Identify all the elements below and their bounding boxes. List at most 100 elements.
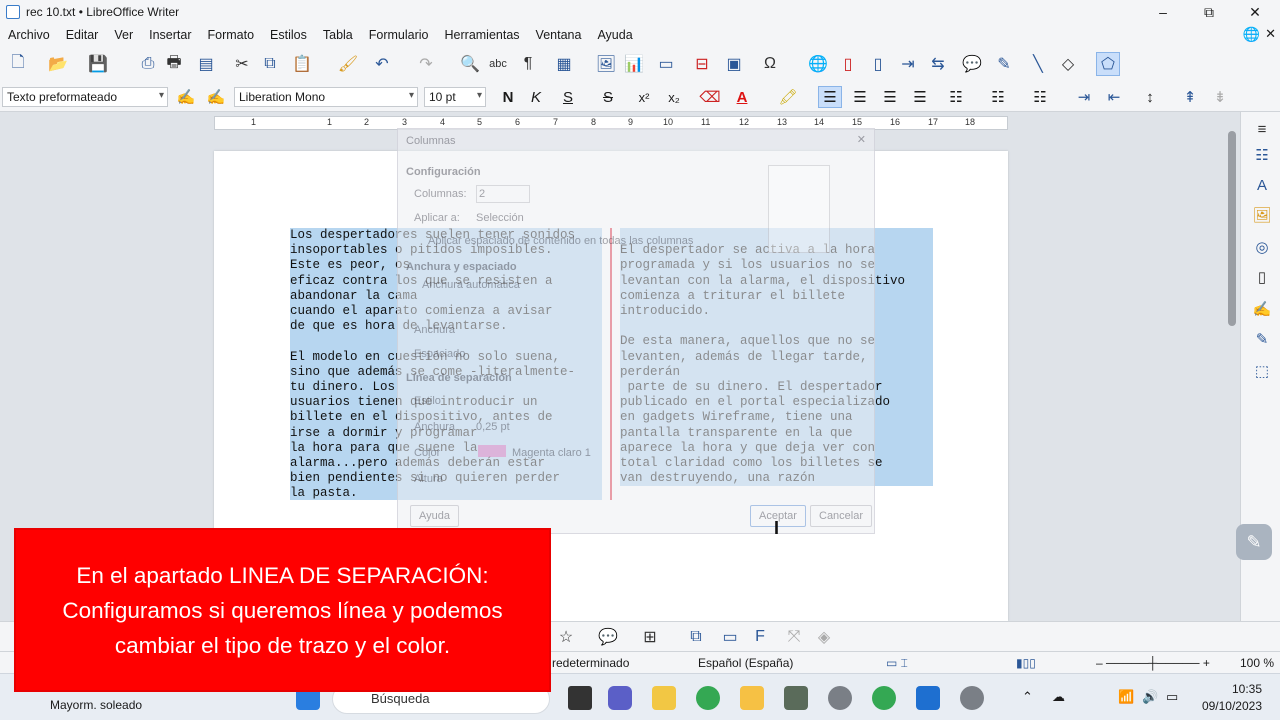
writer-taskbar-icon[interactable] bbox=[916, 686, 940, 710]
volume-icon[interactable]: 🔊 bbox=[1142, 689, 1158, 705]
hyperlink-icon[interactable]: 🌐 bbox=[806, 52, 830, 76]
print-preview-icon[interactable]: ▤ bbox=[194, 52, 218, 76]
paragraph-spacing-increase-icon[interactable]: ⇞ bbox=[1178, 86, 1202, 108]
menu-ayuda[interactable]: Ayuda bbox=[597, 28, 632, 42]
page-icon[interactable]: ▯ bbox=[1251, 266, 1273, 288]
comment-icon[interactable]: 💬 bbox=[960, 52, 984, 76]
zoom-slider[interactable]: – ─────┼───── + bbox=[1096, 656, 1210, 670]
update-style-icon[interactable]: ✍ bbox=[174, 86, 198, 108]
page-break-icon[interactable]: ⊟ bbox=[690, 52, 714, 76]
bullets-icon[interactable]: ☷ bbox=[944, 86, 968, 108]
paste-icon[interactable]: 📋 bbox=[290, 52, 314, 76]
chrome-profile-icon[interactable] bbox=[872, 686, 896, 710]
vertical-scrollbar[interactable] bbox=[1228, 131, 1236, 326]
styles-icon[interactable]: A bbox=[1251, 174, 1273, 196]
superscript-button[interactable]: x² bbox=[632, 86, 656, 108]
font-size-combo[interactable]: 10 pt ▾ bbox=[424, 87, 486, 107]
menu-formulario[interactable]: Formulario bbox=[369, 28, 429, 42]
gallery-icon[interactable]: 🖼 bbox=[1251, 204, 1273, 226]
fontwork-text-icon[interactable]: ▭ bbox=[718, 625, 742, 649]
navigator-icon[interactable]: ◎ bbox=[1251, 236, 1273, 258]
menu-ver[interactable]: Ver bbox=[114, 28, 133, 42]
underline-button[interactable]: S bbox=[556, 86, 580, 108]
teams-icon[interactable] bbox=[608, 686, 632, 710]
insert-textbox-icon[interactable]: ▭ bbox=[654, 52, 678, 76]
copy-icon[interactable]: ⧉ bbox=[258, 52, 282, 76]
floating-action-icon[interactable]: ✎ bbox=[1236, 524, 1272, 560]
auto-width-checkbox[interactable]: Anchura automática bbox=[422, 279, 520, 291]
style-inspector-icon[interactable]: ✍ bbox=[1251, 298, 1273, 320]
menu-ventana[interactable]: Ventana bbox=[536, 28, 582, 42]
spelling-icon[interactable]: abc bbox=[486, 52, 510, 76]
weather-text[interactable]: Mayorm. soleado bbox=[50, 698, 142, 712]
settings-icon[interactable] bbox=[828, 686, 852, 710]
dialog-close-icon[interactable]: ✕ bbox=[857, 133, 866, 146]
paragraph-style-combo[interactable]: Texto preformateado ▾ bbox=[2, 87, 168, 107]
menu-archivo[interactable]: Archivo bbox=[8, 28, 50, 42]
highlight-color-icon[interactable]: 🖍 bbox=[776, 86, 800, 108]
shapes-icon[interactable]: ◇ bbox=[1056, 52, 1080, 76]
menu-insertar[interactable]: Insertar bbox=[149, 28, 191, 42]
task-view-icon[interactable] bbox=[568, 686, 592, 710]
strikethrough-button[interactable]: S bbox=[596, 86, 620, 108]
chevron-up-icon[interactable]: ⌃ bbox=[1022, 689, 1033, 705]
cancel-button[interactable]: Cancelar bbox=[810, 505, 873, 527]
app-icon[interactable] bbox=[784, 686, 808, 710]
fontwork-icon[interactable]: F bbox=[748, 625, 772, 649]
menu-formato[interactable]: Formato bbox=[208, 28, 255, 42]
flowchart-icon[interactable]: ⊞ bbox=[638, 625, 662, 649]
insert-field-icon[interactable]: ▣ bbox=[722, 52, 746, 76]
outline-icon[interactable]: ☷ bbox=[1028, 86, 1052, 108]
cloud-icon[interactable]: ☁ bbox=[1052, 689, 1065, 705]
zoom-level[interactable]: 100 % bbox=[1240, 656, 1274, 670]
draw-functions-icon[interactable]: ⬠ bbox=[1096, 52, 1120, 76]
align-right-icon[interactable]: ☰ bbox=[878, 86, 902, 108]
chrome-icon[interactable] bbox=[696, 686, 720, 710]
3d-objects-icon[interactable]: ◈ bbox=[812, 625, 836, 649]
columns-spin[interactable]: 2 bbox=[476, 185, 530, 203]
new-style-icon[interactable]: ✍ bbox=[204, 86, 228, 108]
clone-format-icon[interactable]: 🖌 bbox=[336, 52, 360, 76]
cut-icon[interactable]: ✂ bbox=[230, 52, 254, 76]
font-color-icon[interactable]: A bbox=[730, 86, 754, 108]
bold-button[interactable]: N bbox=[496, 86, 520, 108]
battery-icon[interactable]: ▭ bbox=[1166, 689, 1178, 705]
subscript-button[interactable]: x₂ bbox=[662, 86, 686, 108]
menu-herramientas[interactable]: Herramientas bbox=[445, 28, 520, 42]
close-button[interactable]: ✕ bbox=[1232, 0, 1278, 24]
insert-table-icon[interactable]: ▦ bbox=[552, 52, 576, 76]
callout-icon[interactable]: 💬 bbox=[596, 625, 620, 649]
footnote-icon[interactable]: ▯ bbox=[836, 52, 860, 76]
italic-button[interactable]: K bbox=[524, 86, 548, 108]
find-replace-icon[interactable]: 🔍 bbox=[458, 52, 482, 76]
globe-icon[interactable]: 🌐 bbox=[1243, 26, 1260, 43]
help-button[interactable]: Ayuda bbox=[410, 505, 459, 527]
endnote-icon[interactable]: ▯ bbox=[866, 52, 890, 76]
system-clock[interactable]: 10:35 09/10/2023 bbox=[1202, 681, 1262, 715]
properties-icon[interactable]: ☷ bbox=[1251, 144, 1273, 166]
redo-icon[interactable]: ↷ bbox=[414, 52, 438, 76]
line-width-value[interactable]: 0,25 pt bbox=[476, 421, 510, 433]
menu-editar[interactable]: Editar bbox=[66, 28, 99, 42]
equal-spacing-checkbox[interactable]: Aplicar espaciado de contenido en todas … bbox=[428, 235, 693, 247]
menu-estilos[interactable]: Estilos bbox=[270, 28, 307, 42]
line-icon[interactable]: ╲ bbox=[1026, 52, 1050, 76]
wifi-icon[interactable]: 📶 bbox=[1118, 689, 1134, 705]
justify-icon[interactable]: ☰ bbox=[908, 86, 932, 108]
special-character-icon[interactable]: Ω bbox=[758, 52, 782, 76]
bookmark-icon[interactable]: ⇥ bbox=[896, 52, 920, 76]
track-changes-icon[interactable]: ✎ bbox=[992, 52, 1016, 76]
undo-icon[interactable]: ↶ bbox=[370, 52, 394, 76]
paragraph-spacing-decrease-icon[interactable]: ⇟ bbox=[1208, 86, 1232, 108]
color-value[interactable]: Magenta claro 1 bbox=[512, 447, 591, 459]
save-icon[interactable]: 💾 bbox=[86, 52, 110, 76]
insert-textbox-bottom-icon[interactable]: ⧉ bbox=[684, 625, 708, 649]
menu-icon[interactable]: ≡ bbox=[1251, 118, 1273, 140]
insert-chart-icon[interactable]: 📊 bbox=[622, 52, 646, 76]
view-layout-icon[interactable]: ▮▯▯ bbox=[1016, 656, 1036, 670]
menu-tabla[interactable]: Tabla bbox=[323, 28, 353, 42]
formatting-marks-icon[interactable]: ¶ bbox=[516, 52, 540, 76]
manage-changes-icon[interactable]: ✎ bbox=[1251, 328, 1273, 350]
settings-2-icon[interactable] bbox=[960, 686, 984, 710]
numbering-icon[interactable]: ☷ bbox=[986, 86, 1010, 108]
